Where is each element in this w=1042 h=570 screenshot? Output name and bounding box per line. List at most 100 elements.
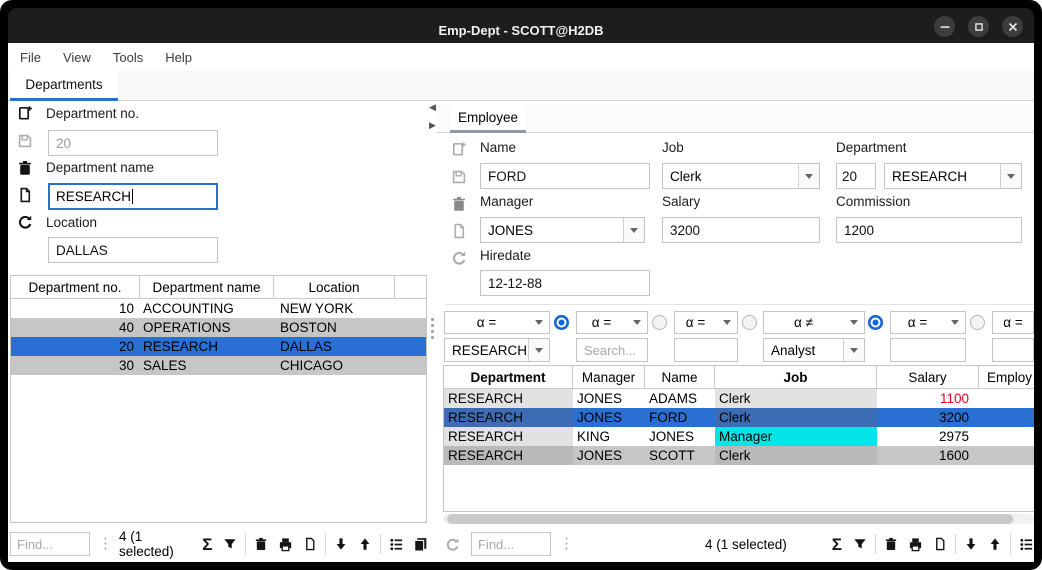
title-bar[interactable]: Emp-Dept - SCOTT@H2DB bbox=[8, 8, 1034, 43]
table-row[interactable]: RESEARCH JONES ADAMS Clerk 1100 bbox=[444, 389, 1034, 408]
chevron-down-icon[interactable] bbox=[798, 164, 819, 188]
manager-combo[interactable]: JONES bbox=[480, 217, 645, 243]
col-location[interactable]: Location bbox=[274, 276, 395, 298]
col-manager[interactable]: Manager bbox=[573, 366, 645, 388]
menu-view[interactable]: View bbox=[63, 50, 91, 65]
delete-icon[interactable] bbox=[17, 160, 33, 176]
splitter-collapse-icon[interactable]: ◀ bbox=[429, 103, 436, 112]
chevron-down-icon[interactable] bbox=[623, 218, 644, 242]
tab-employee[interactable]: Employee bbox=[450, 105, 526, 133]
filter-op-employee[interactable]: α = bbox=[992, 311, 1034, 334]
col-dept-no[interactable]: Department no. bbox=[11, 276, 140, 298]
dept-no-field[interactable] bbox=[836, 163, 876, 189]
job-label: Job bbox=[662, 140, 684, 155]
export-page-icon[interactable] bbox=[303, 537, 317, 551]
filter-radio-dept[interactable] bbox=[554, 315, 569, 330]
location-field[interactable] bbox=[48, 237, 218, 263]
table-row[interactable]: 10 ACCOUNTING NEW YORK bbox=[11, 299, 426, 318]
chevron-down-icon[interactable] bbox=[1000, 164, 1021, 188]
refresh-icon[interactable] bbox=[451, 250, 467, 266]
salary-field[interactable] bbox=[662, 217, 820, 243]
duplicate-pages-icon[interactable] bbox=[413, 537, 428, 552]
chevron-down-icon[interactable] bbox=[843, 339, 864, 361]
name-field[interactable] bbox=[480, 163, 650, 189]
save-icon[interactable] bbox=[451, 169, 467, 185]
filter-value-job[interactable]: Analyst bbox=[763, 338, 865, 362]
filter-radio-name[interactable] bbox=[742, 315, 757, 330]
aggregate-sigma-icon[interactable]: Σ bbox=[202, 537, 212, 552]
aggregate-sigma-icon[interactable]: Σ bbox=[832, 537, 842, 552]
departments-table[interactable]: Department no. Department name Location … bbox=[10, 275, 427, 523]
table-row[interactable]: 40 OPERATIONS BOSTON bbox=[11, 318, 426, 337]
splitter-handle[interactable] bbox=[431, 318, 434, 339]
filter-radio-salary[interactable] bbox=[970, 315, 985, 330]
filter-op-salary[interactable]: α = bbox=[890, 311, 966, 334]
menu-tools[interactable]: Tools bbox=[113, 50, 143, 65]
departments-table-header[interactable]: Department no. Department name Location bbox=[11, 276, 426, 299]
col-empty[interactable] bbox=[395, 276, 426, 298]
filter-icon[interactable] bbox=[223, 537, 237, 551]
col-job[interactable]: Job bbox=[715, 366, 877, 388]
move-up-icon[interactable] bbox=[358, 537, 372, 551]
dept-name-field[interactable]: RESEARCH bbox=[48, 183, 218, 210]
table-row-selected[interactable]: RESEARCH JONES FORD Clerk 3200 bbox=[444, 408, 1034, 427]
filter-value-name[interactable] bbox=[674, 338, 738, 362]
table-row[interactable]: RESEARCH KING JONES Manager 2975 bbox=[444, 427, 1034, 446]
find-input[interactable] bbox=[471, 532, 551, 556]
delete-icon[interactable] bbox=[451, 196, 467, 212]
filter-op-manager[interactable]: α = bbox=[576, 311, 648, 334]
refresh-icon[interactable] bbox=[17, 214, 33, 230]
copy-record-icon[interactable] bbox=[17, 187, 33, 203]
filter-radio-manager[interactable] bbox=[652, 315, 667, 330]
col-department[interactable]: Department bbox=[444, 366, 573, 388]
dept-combo[interactable]: RESEARCH bbox=[884, 163, 1022, 189]
chevron-down-icon[interactable] bbox=[528, 339, 549, 361]
splitter-expand-icon[interactable]: ▶ bbox=[429, 121, 436, 130]
col-name[interactable]: Name bbox=[645, 366, 715, 388]
move-up-icon[interactable] bbox=[988, 537, 1002, 551]
column-list-icon[interactable] bbox=[1019, 537, 1034, 552]
minimize-button[interactable] bbox=[934, 16, 955, 37]
employees-table[interactable]: Department Manager Name Job Salary Emplo… bbox=[443, 365, 1034, 512]
move-down-icon[interactable] bbox=[334, 537, 348, 551]
move-down-icon[interactable] bbox=[964, 537, 978, 551]
filter-value-salary[interactable] bbox=[890, 338, 966, 362]
horizontal-scrollbar[interactable] bbox=[443, 514, 1034, 524]
col-salary[interactable]: Salary bbox=[877, 366, 979, 388]
job-combo[interactable]: Clerk bbox=[662, 163, 820, 189]
copy-record-icon[interactable] bbox=[451, 223, 467, 239]
save-icon[interactable] bbox=[17, 133, 33, 149]
filter-op-name[interactable]: α = bbox=[674, 311, 738, 334]
close-button[interactable] bbox=[1002, 16, 1023, 37]
maximize-button[interactable] bbox=[968, 16, 989, 37]
filter-icon[interactable] bbox=[853, 537, 867, 551]
horizontal-scrollbar-thumb[interactable] bbox=[447, 514, 1013, 524]
table-row-selected[interactable]: 20 RESEARCH DALLAS bbox=[11, 337, 426, 356]
commission-field[interactable] bbox=[836, 217, 1022, 243]
table-row[interactable]: 30 SALES CHICAGO bbox=[11, 356, 426, 375]
menu-file[interactable]: File bbox=[20, 50, 41, 65]
table-row[interactable]: RESEARCH JONES SCOTT Clerk 1600 bbox=[444, 446, 1034, 465]
print-icon[interactable] bbox=[908, 537, 923, 552]
add-record-icon[interactable] bbox=[451, 141, 467, 157]
refresh-icon[interactable] bbox=[445, 537, 460, 552]
column-list-icon[interactable] bbox=[389, 537, 404, 552]
col-employee[interactable]: Employ bbox=[979, 366, 1034, 388]
delete-rows-icon[interactable] bbox=[254, 537, 268, 551]
filter-op-job[interactable]: α ≠ bbox=[763, 311, 865, 334]
col-dept-name[interactable]: Department name bbox=[140, 276, 274, 298]
employees-table-header[interactable]: Department Manager Name Job Salary Emplo… bbox=[444, 366, 1034, 389]
add-record-icon[interactable] bbox=[17, 105, 33, 121]
filter-value-manager[interactable] bbox=[576, 338, 648, 362]
print-icon[interactable] bbox=[278, 537, 293, 552]
filter-op-dept[interactable]: α = bbox=[444, 311, 550, 334]
filter-value-dept[interactable]: RESEARCH bbox=[444, 338, 550, 362]
filter-value-employee[interactable] bbox=[992, 338, 1034, 362]
find-input[interactable] bbox=[10, 532, 90, 556]
export-page-icon[interactable] bbox=[933, 537, 947, 551]
delete-rows-icon[interactable] bbox=[884, 537, 898, 551]
hiredate-field[interactable] bbox=[480, 270, 650, 296]
filter-radio-job[interactable] bbox=[868, 315, 883, 330]
menu-help[interactable]: Help bbox=[165, 50, 192, 65]
tab-departments[interactable]: Departments bbox=[10, 71, 118, 101]
